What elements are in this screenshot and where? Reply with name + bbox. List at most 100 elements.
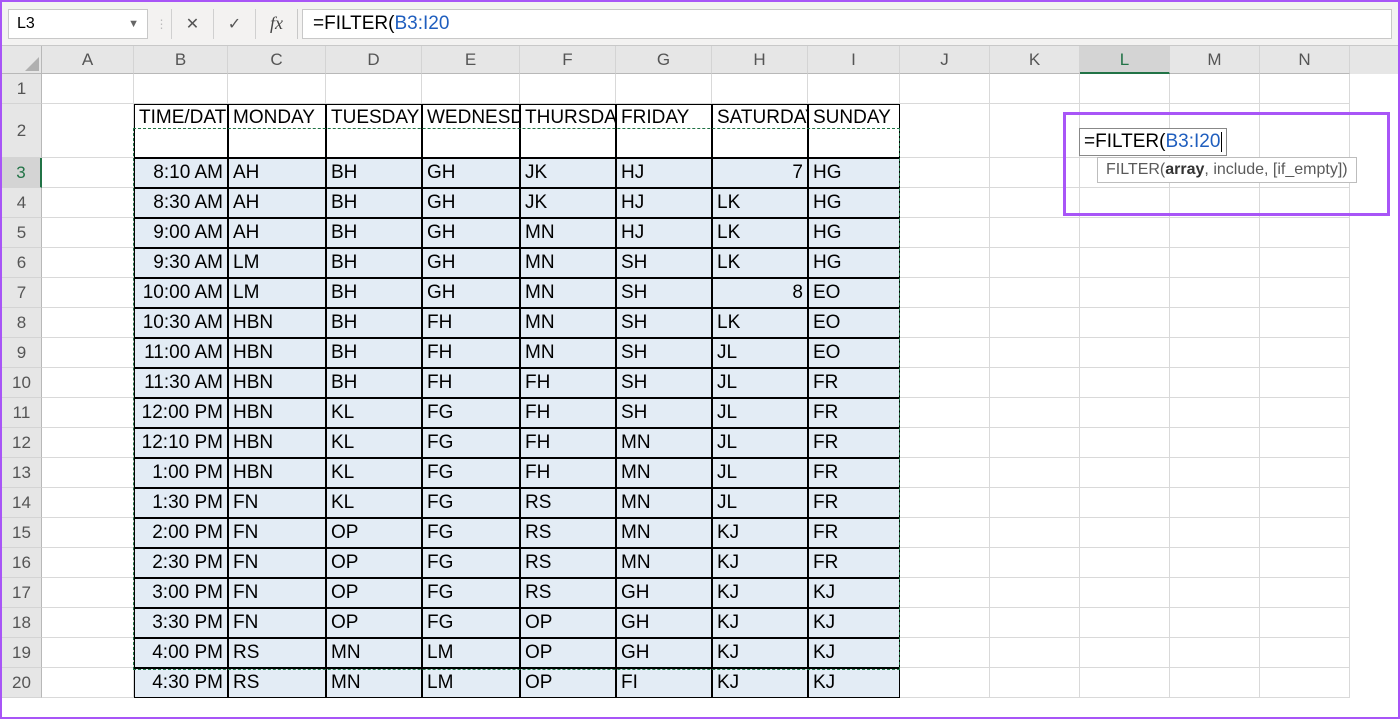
cell-H20[interactable]: KJ xyxy=(712,668,808,698)
cell-B5[interactable]: 9:00 AM xyxy=(134,218,228,248)
cell-J9[interactable] xyxy=(900,338,990,368)
cell-H13[interactable]: JL xyxy=(712,458,808,488)
cell-A18[interactable] xyxy=(42,608,134,638)
cell-G20[interactable]: FI xyxy=(616,668,712,698)
cell-D14[interactable]: KL xyxy=(326,488,422,518)
cell-N10[interactable] xyxy=(1260,368,1350,398)
cell-A17[interactable] xyxy=(42,578,134,608)
column-header-J[interactable]: J xyxy=(900,46,990,74)
cell-M20[interactable] xyxy=(1170,668,1260,698)
name-box[interactable]: L3 ▼ xyxy=(8,9,148,39)
cell-J1[interactable] xyxy=(900,74,990,104)
cell-I10[interactable]: FR xyxy=(808,368,900,398)
row-header-2[interactable]: 2 xyxy=(2,104,42,158)
cell-I7[interactable]: EO xyxy=(808,278,900,308)
column-header-D[interactable]: D xyxy=(326,46,422,74)
cell-F2[interactable]: THURSDAY xyxy=(520,104,616,158)
cell-E3[interactable]: GH xyxy=(422,158,520,188)
cell-D1[interactable] xyxy=(326,74,422,104)
cell-M6[interactable] xyxy=(1170,248,1260,278)
cell-E14[interactable]: FG xyxy=(422,488,520,518)
cell-K18[interactable] xyxy=(990,608,1080,638)
cell-F14[interactable]: RS xyxy=(520,488,616,518)
cell-E9[interactable]: FH xyxy=(422,338,520,368)
cell-I14[interactable]: FR xyxy=(808,488,900,518)
row-header-13[interactable]: 13 xyxy=(2,458,42,488)
cell-N2[interactable] xyxy=(1260,104,1350,158)
cell-E4[interactable]: GH xyxy=(422,188,520,218)
column-header-I[interactable]: I xyxy=(808,46,900,74)
cell-H10[interactable]: JL xyxy=(712,368,808,398)
cell-H9[interactable]: JL xyxy=(712,338,808,368)
cell-E6[interactable]: GH xyxy=(422,248,520,278)
cell-D13[interactable]: KL xyxy=(326,458,422,488)
cell-I3[interactable]: HG xyxy=(808,158,900,188)
column-header-E[interactable]: E xyxy=(422,46,520,74)
cell-B7[interactable]: 10:00 AM xyxy=(134,278,228,308)
cell-B13[interactable]: 1:00 PM xyxy=(134,458,228,488)
cell-E18[interactable]: FG xyxy=(422,608,520,638)
cell-M14[interactable] xyxy=(1170,488,1260,518)
cell-E15[interactable]: FG xyxy=(422,518,520,548)
cell-H12[interactable]: JL xyxy=(712,428,808,458)
cell-N12[interactable] xyxy=(1260,428,1350,458)
cell-A14[interactable] xyxy=(42,488,134,518)
row-header-18[interactable]: 18 xyxy=(2,608,42,638)
cell-B1[interactable] xyxy=(134,74,228,104)
cell-A5[interactable] xyxy=(42,218,134,248)
cell-L10[interactable] xyxy=(1080,368,1170,398)
cell-C16[interactable]: FN xyxy=(228,548,326,578)
cell-M15[interactable] xyxy=(1170,518,1260,548)
cell-L9[interactable] xyxy=(1080,338,1170,368)
cell-A16[interactable] xyxy=(42,548,134,578)
cell-N15[interactable] xyxy=(1260,518,1350,548)
cell-I17[interactable]: KJ xyxy=(808,578,900,608)
cell-J18[interactable] xyxy=(900,608,990,638)
cell-I5[interactable]: HG xyxy=(808,218,900,248)
column-header-F[interactable]: F xyxy=(520,46,616,74)
cell-B6[interactable]: 9:30 AM xyxy=(134,248,228,278)
cell-L15[interactable] xyxy=(1080,518,1170,548)
cell-C2[interactable]: MONDAY xyxy=(228,104,326,158)
row-header-1[interactable]: 1 xyxy=(2,74,42,104)
row-header-6[interactable]: 6 xyxy=(2,248,42,278)
cell-C20[interactable]: RS xyxy=(228,668,326,698)
cell-F11[interactable]: FH xyxy=(520,398,616,428)
row-header-11[interactable]: 11 xyxy=(2,398,42,428)
cell-D6[interactable]: BH xyxy=(326,248,422,278)
cell-F8[interactable]: MN xyxy=(520,308,616,338)
cell-L19[interactable] xyxy=(1080,638,1170,668)
row-header-10[interactable]: 10 xyxy=(2,368,42,398)
cell-C3[interactable]: AH xyxy=(228,158,326,188)
column-header-L[interactable]: L xyxy=(1080,46,1170,74)
cell-B9[interactable]: 11:00 AM xyxy=(134,338,228,368)
row-header-12[interactable]: 12 xyxy=(2,428,42,458)
cell-E8[interactable]: FH xyxy=(422,308,520,338)
cell-H8[interactable]: LK xyxy=(712,308,808,338)
cell-A11[interactable] xyxy=(42,398,134,428)
cell-C14[interactable]: FN xyxy=(228,488,326,518)
cell-M18[interactable] xyxy=(1170,608,1260,638)
row-header-8[interactable]: 8 xyxy=(2,308,42,338)
cell-A6[interactable] xyxy=(42,248,134,278)
cell-B16[interactable]: 2:30 PM xyxy=(134,548,228,578)
cell-H5[interactable]: LK xyxy=(712,218,808,248)
cell-B10[interactable]: 11:30 AM xyxy=(134,368,228,398)
cell-G6[interactable]: SH xyxy=(616,248,712,278)
enter-icon[interactable]: ✓ xyxy=(214,9,256,39)
cell-C1[interactable] xyxy=(228,74,326,104)
cell-F17[interactable]: RS xyxy=(520,578,616,608)
row-header-20[interactable]: 20 xyxy=(2,668,42,698)
cell-B20[interactable]: 4:30 PM xyxy=(134,668,228,698)
cell-K3[interactable] xyxy=(990,158,1080,188)
cell-F5[interactable]: MN xyxy=(520,218,616,248)
cell-F16[interactable]: RS xyxy=(520,548,616,578)
row-header-7[interactable]: 7 xyxy=(2,278,42,308)
cell-J15[interactable] xyxy=(900,518,990,548)
cell-E11[interactable]: FG xyxy=(422,398,520,428)
cell-J19[interactable] xyxy=(900,638,990,668)
cell-G15[interactable]: MN xyxy=(616,518,712,548)
cell-A19[interactable] xyxy=(42,638,134,668)
cell-C4[interactable]: AH xyxy=(228,188,326,218)
cell-G19[interactable]: GH xyxy=(616,638,712,668)
